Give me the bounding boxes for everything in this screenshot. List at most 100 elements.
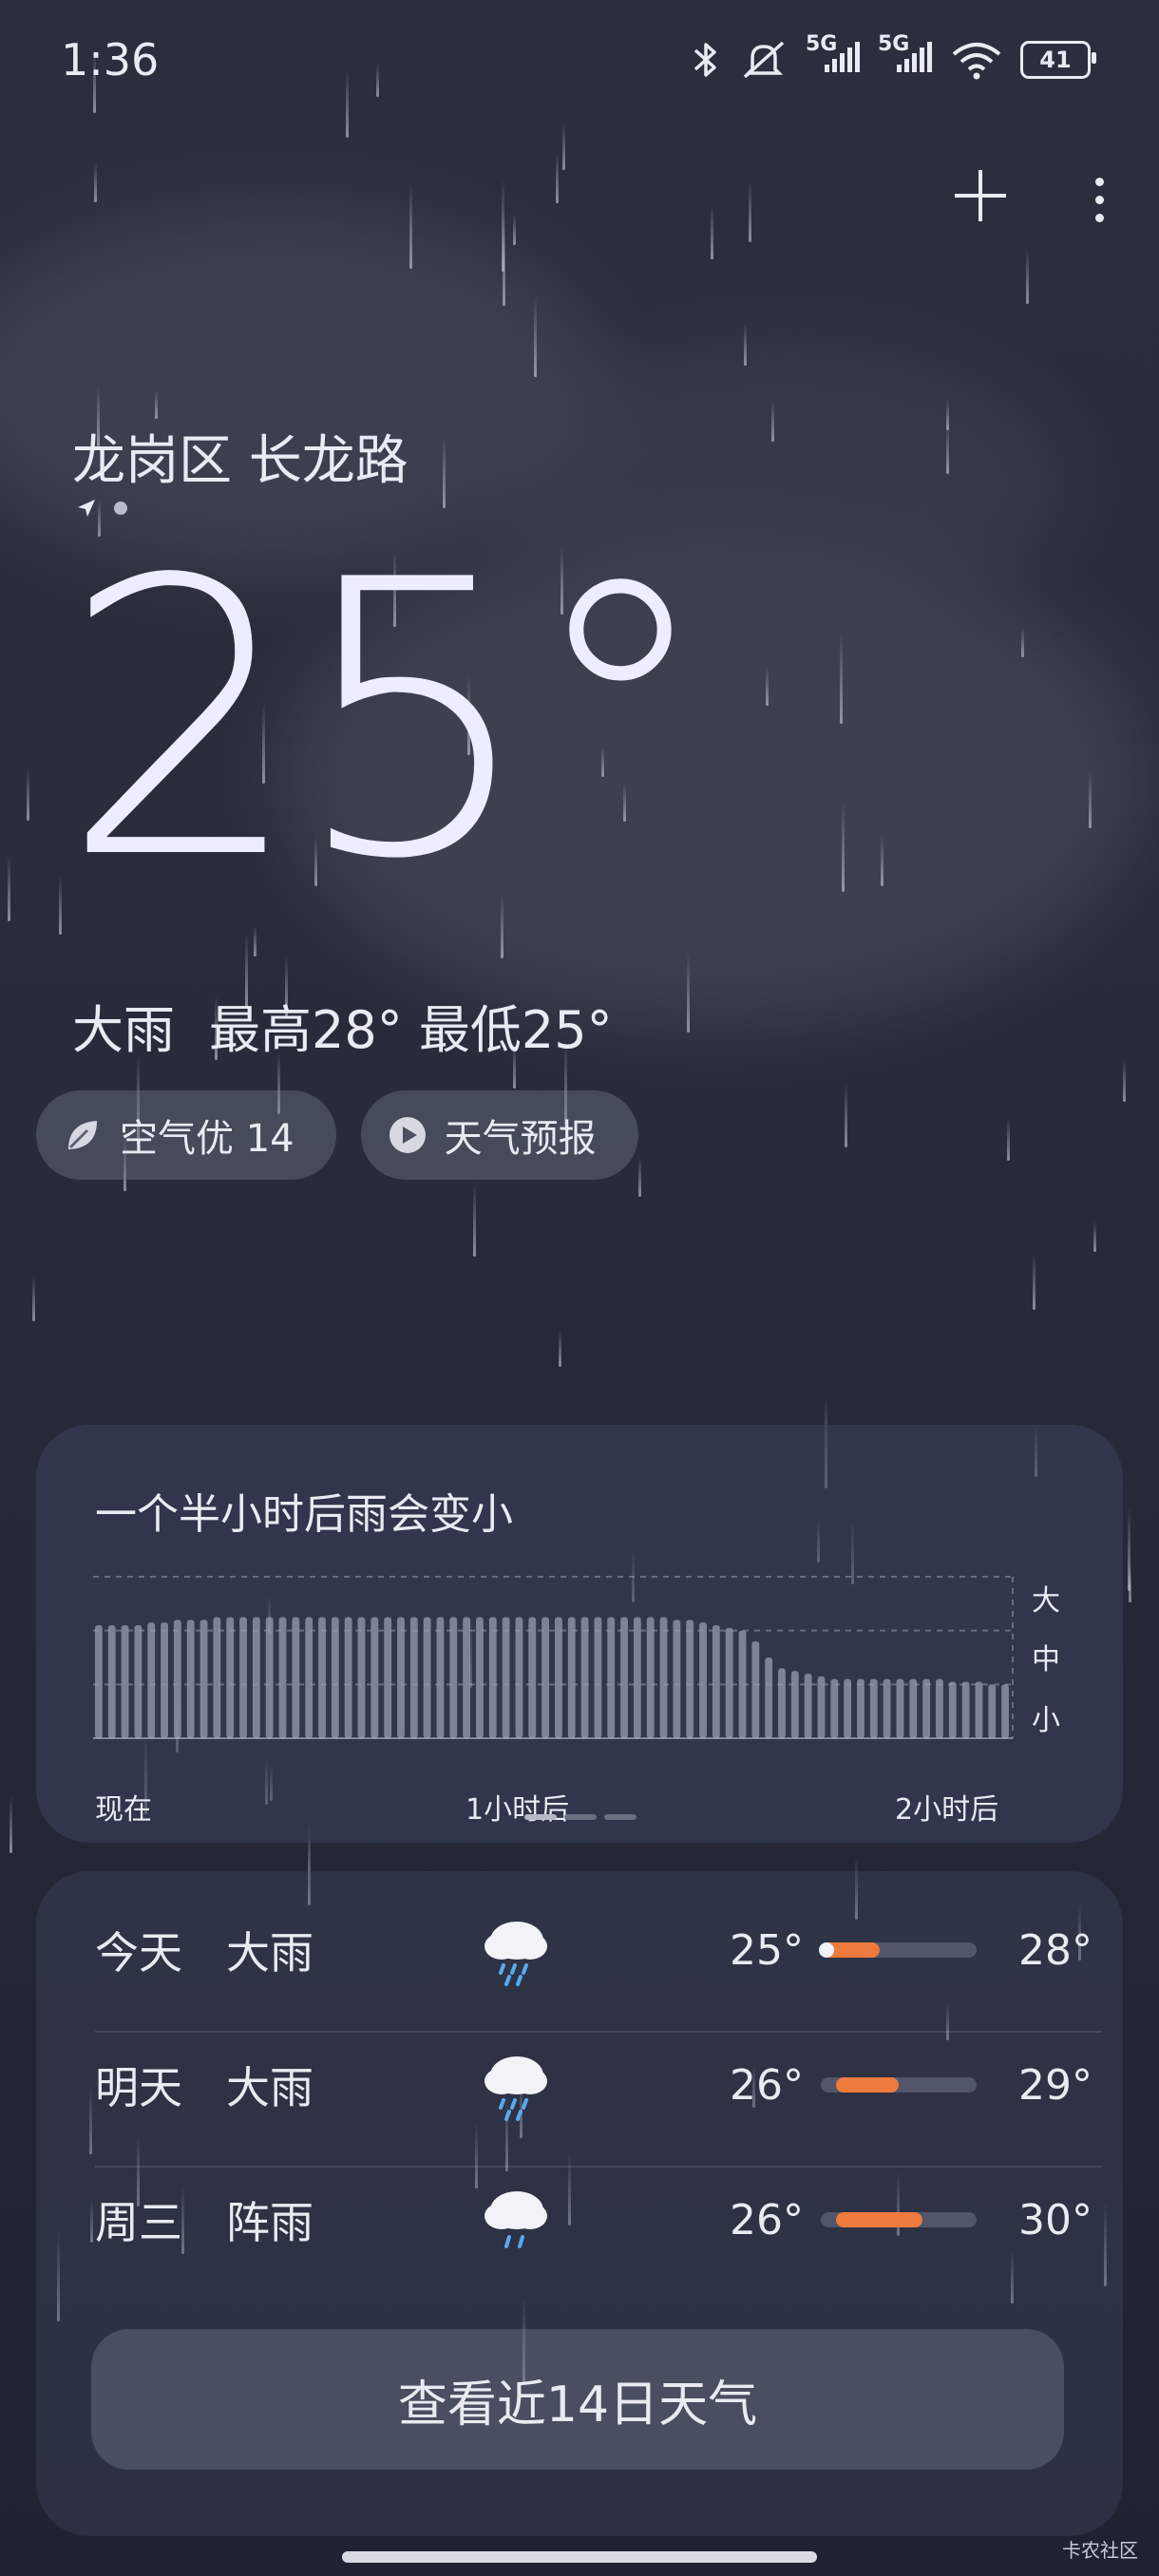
rain-bar bbox=[305, 1617, 314, 1738]
mute-bell-icon bbox=[743, 41, 785, 79]
raindrop-streak bbox=[881, 835, 884, 886]
rain-bar bbox=[528, 1617, 537, 1738]
rain-bar bbox=[357, 1617, 366, 1738]
raindrop-streak bbox=[771, 400, 774, 442]
raindrop-streak bbox=[473, 1182, 476, 1257]
rain-bar bbox=[463, 1617, 471, 1738]
forecast-row-wednesday[interactable]: 周三 阵雨 26° 30° bbox=[95, 2152, 1102, 2287]
raindrop-streak bbox=[842, 802, 845, 892]
shower-icon bbox=[484, 2191, 547, 2248]
forecast-condition: 大雨 bbox=[226, 1927, 314, 1979]
raindrop-streak bbox=[562, 123, 565, 170]
raindrop-streak bbox=[845, 1083, 847, 1147]
rain-bar bbox=[922, 1678, 931, 1738]
raindrop-streak bbox=[1129, 1564, 1131, 1602]
rain-bar bbox=[278, 1617, 287, 1738]
home-indicator[interactable] bbox=[342, 2551, 817, 2563]
current-temperature: 25° bbox=[61, 501, 715, 942]
raindrop-streak bbox=[155, 390, 158, 419]
raindrop-streak bbox=[1021, 628, 1024, 657]
rain-bar bbox=[331, 1617, 339, 1738]
weather-summary: 大雨 最高28° 最低25° bbox=[72, 988, 613, 1063]
rain-bar bbox=[857, 1678, 864, 1738]
rain-bar bbox=[686, 1619, 694, 1738]
daily-forecast-card: 今天 大雨 25° 28° 明天 大雨 26° 29° 周三 阵雨 26° 30… bbox=[36, 1871, 1123, 2536]
rain-bar bbox=[909, 1678, 918, 1738]
rain-bar bbox=[883, 1678, 891, 1738]
raindrop-streak bbox=[744, 323, 747, 366]
rain-bar bbox=[226, 1617, 235, 1738]
forecast-low: 25° bbox=[730, 1925, 804, 1975]
rain-forecast-card[interactable]: 一个半小时后雨会变小 现在 1小时后 2小时后 大 中 小 bbox=[36, 1425, 1123, 1843]
rain-bar bbox=[476, 1617, 484, 1738]
forecast-day: 明天 bbox=[95, 2062, 182, 2113]
rain-bar bbox=[186, 1619, 195, 1738]
rain-bar bbox=[200, 1619, 208, 1738]
rain-bar bbox=[961, 1681, 970, 1738]
raindrop-streak bbox=[711, 204, 713, 259]
rain-bar bbox=[607, 1617, 616, 1738]
info-chips: 空气优 14 天气预报 bbox=[36, 1090, 638, 1180]
rain-bar bbox=[542, 1617, 549, 1738]
rain-bar bbox=[673, 1619, 681, 1738]
raindrop-streak bbox=[513, 214, 516, 245]
card-pager bbox=[524, 1814, 636, 1820]
air-quality-chip[interactable]: 空气优 14 bbox=[36, 1090, 336, 1180]
rain-bar bbox=[95, 1625, 103, 1738]
rain-bar bbox=[751, 1641, 760, 1738]
forecast-high: 29° bbox=[1018, 2060, 1092, 2110]
rain-bar bbox=[423, 1617, 431, 1738]
rain-bar bbox=[633, 1617, 641, 1738]
rain-forecast-title: 一个半小时后雨会变小 bbox=[95, 1490, 513, 1539]
rain-bar bbox=[213, 1617, 221, 1738]
raindrop-streak bbox=[556, 152, 559, 203]
location-name[interactable]: 龙岗区 长龙路 bbox=[72, 418, 408, 495]
forecast-high: 30° bbox=[1018, 2195, 1092, 2245]
air-quality-label: 空气优 14 bbox=[120, 1117, 294, 1161]
x-label-1h: 1小时后 bbox=[466, 1793, 570, 1827]
forecast-row-today[interactable]: 今天 大雨 25° 28° bbox=[95, 1883, 1102, 2017]
raindrop-streak bbox=[443, 436, 446, 508]
raindrop-streak bbox=[94, 161, 97, 202]
high-temperature: 最高28° bbox=[209, 1000, 403, 1060]
rain-bar bbox=[515, 1617, 523, 1738]
rain-bar bbox=[778, 1668, 786, 1738]
temperature-range-bar bbox=[821, 2077, 977, 2093]
forecast-low: 26° bbox=[730, 2060, 804, 2110]
low-temperature: 最低25° bbox=[418, 1000, 613, 1060]
weather-forecast-video-chip[interactable]: 天气预报 bbox=[360, 1090, 638, 1180]
forecast-condition: 阵雨 bbox=[226, 2197, 314, 2248]
heavy-rain-icon bbox=[484, 2056, 547, 2121]
battery-icon: 41 bbox=[1020, 41, 1096, 79]
rain-bar bbox=[147, 1622, 156, 1738]
raindrop-streak bbox=[687, 954, 690, 1032]
rain-bar bbox=[344, 1617, 352, 1738]
rain-bar bbox=[436, 1617, 445, 1738]
add-city-button[interactable] bbox=[951, 161, 1010, 237]
forecast-day: 周三 bbox=[95, 2197, 182, 2248]
temperature-range-bar bbox=[819, 1942, 977, 1958]
rain-bar bbox=[409, 1617, 418, 1738]
rain-bar bbox=[370, 1617, 379, 1738]
view-14-day-forecast-button[interactable]: 查看近14日天气 bbox=[91, 2329, 1064, 2470]
rain-bar bbox=[161, 1622, 168, 1738]
forecast-row-tomorrow[interactable]: 明天 大雨 26° 29° bbox=[95, 2017, 1102, 2152]
rain-bar bbox=[869, 1678, 878, 1738]
top-actions bbox=[951, 161, 1104, 237]
y-label-light: 小 bbox=[1032, 1704, 1060, 1737]
raindrop-streak bbox=[8, 854, 10, 921]
more-options-button[interactable] bbox=[1095, 177, 1104, 222]
rain-bar bbox=[502, 1617, 510, 1738]
rain-bar bbox=[121, 1625, 129, 1738]
y-label-heavy: 大 bbox=[1032, 1584, 1060, 1618]
rain-intensity-chart bbox=[93, 1576, 1014, 1739]
raindrop-streak bbox=[10, 1795, 12, 1853]
signal-strength-2-icon: 5G bbox=[878, 32, 933, 82]
status-icons: 5G 5G 41 bbox=[690, 32, 1096, 82]
heavy-rain-icon bbox=[484, 1922, 547, 1986]
status-time: 1:36 bbox=[61, 34, 160, 85]
rain-bar bbox=[107, 1625, 116, 1738]
rain-bar bbox=[397, 1617, 405, 1738]
raindrop-streak bbox=[749, 181, 751, 242]
raindrop-streak bbox=[27, 768, 29, 821]
